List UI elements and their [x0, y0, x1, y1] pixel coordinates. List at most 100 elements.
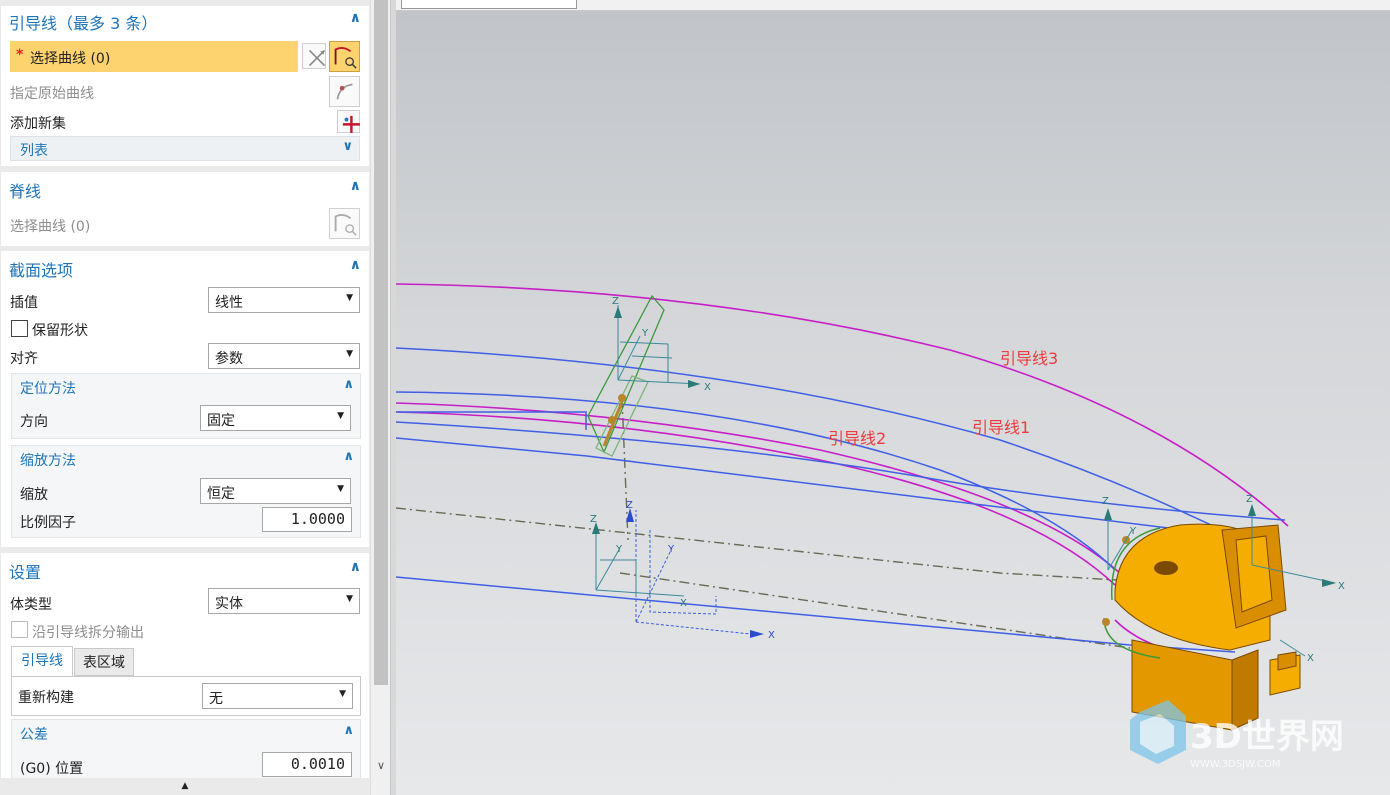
add-new-set-label: 添加新集: [10, 116, 66, 132]
add-set-icon[interactable]: [337, 110, 360, 133]
axis-label-x-top: X: [704, 382, 711, 393]
settings-group: 设置 ∧ 体类型 实体 ▼ 沿引导线拆分输出 引导线 表区域 重新构建 无 ▼ …: [1, 553, 369, 795]
body-type-label: 体类型: [10, 597, 52, 613]
collapse-up-icon[interactable]: ∧: [343, 723, 354, 738]
label-guide3: 引导线3: [1000, 349, 1059, 368]
axis-label-y-part: Y: [1129, 526, 1137, 537]
axis-label-x-bottom: X: [768, 630, 775, 641]
scale-factor-label: 比例因子: [20, 515, 76, 531]
list-expander[interactable]: 列表 ∨: [10, 136, 360, 161]
collapse-up-icon[interactable]: ∧: [350, 559, 361, 575]
tab-surface-region[interactable]: 表区域: [74, 648, 134, 676]
orientation-title: 定位方法: [20, 381, 76, 397]
spine-group: 脊线 ∧ 选择曲线 (0): [1, 172, 369, 246]
scale-factor-input[interactable]: 1.0000: [262, 507, 352, 532]
rebuild-select[interactable]: 无 ▼: [202, 683, 353, 709]
align-select[interactable]: 参数 ▼: [208, 343, 360, 369]
original-curve-icon[interactable]: [329, 76, 360, 107]
orange-part: [1114, 523, 1301, 731]
collapse-up-icon[interactable]: ∧: [350, 10, 361, 26]
axis-label-z-top: Z: [612, 296, 619, 307]
scrollbar-thumb[interactable]: [374, 0, 388, 685]
direction-select[interactable]: 固定 ▼: [200, 405, 351, 431]
spine-select-curve-label: 选择曲线 (0): [10, 219, 91, 235]
axis-label-y-top: Y: [641, 328, 649, 339]
scale-label: 缩放: [20, 487, 48, 503]
axis-label-y-bottom: Y: [667, 544, 675, 555]
guide-curves-group: 引导线（最多 3 条） ∧ * 选择曲线 (0) 指定原始曲线 添加新集 列表 …: [1, 6, 369, 166]
axis-label-x-part: X: [1338, 581, 1345, 592]
watermark-brand: 3D世界网: [1190, 717, 1344, 757]
tab-guide[interactable]: 引导线: [11, 646, 73, 676]
interpolation-select[interactable]: 线性 ▼: [208, 287, 360, 313]
tolerance-title: 公差: [20, 727, 48, 743]
curve-select-icon[interactable]: [329, 208, 360, 239]
reference-lines: [396, 397, 1201, 649]
graphics-viewport[interactable]: Z Y X Z Y X Z Y X Z Y Z X X 3D世界网 WWW.3D…: [396, 0, 1390, 795]
reference-line-lower: [619, 572, 1131, 649]
preserve-shape-label: 保留形状: [32, 323, 88, 339]
interpolation-value: 线性: [215, 295, 243, 311]
split-output-checkbox[interactable]: [11, 621, 28, 638]
section-options-header[interactable]: 截面选项 ∧: [1, 253, 369, 281]
align-label: 对齐: [10, 351, 38, 367]
cross-select-icon[interactable]: [302, 43, 326, 69]
select-curve-label: 选择曲线 (0): [30, 51, 111, 67]
spine-header[interactable]: 脊线 ∧: [1, 174, 369, 202]
blue-curve-c: [396, 437, 1226, 536]
chevron-down-icon[interactable]: ∨: [342, 139, 353, 154]
collapse-up-icon[interactable]: ∧: [350, 178, 361, 194]
collapse-up-icon[interactable]: ∧: [350, 257, 361, 273]
csys-x-arrow-top: [688, 380, 700, 388]
axis-label-z-bottom: Z: [626, 500, 633, 511]
label-guide1: 引导线1: [972, 418, 1031, 437]
preserve-shape-checkbox[interactable]: [11, 320, 28, 337]
curve-select-icon[interactable]: [329, 41, 360, 72]
required-star: *: [16, 47, 24, 63]
settings-header[interactable]: 设置 ∧: [1, 555, 369, 583]
label-guide2: 引导线2: [828, 429, 887, 448]
guide-curve-3: [396, 283, 1289, 527]
align-value: 参数: [215, 351, 243, 367]
list-label: 列表: [20, 143, 48, 159]
csys-z-arrow-top: [614, 306, 622, 318]
body-type-value: 实体: [215, 596, 243, 612]
reference-line-main: [396, 507, 1201, 586]
axis-label-z-part-2: Z: [1246, 494, 1253, 505]
axis-label-y-small: Y: [615, 544, 623, 555]
select-curve-row[interactable]: * 选择曲线 (0): [10, 41, 298, 72]
guide-curve-1: [396, 347, 1239, 539]
section-options-group: 截面选项 ∧ 插值 线性 ▼ 保留形状 对齐 参数 ▼ 定位方法 ∧ 方向 固定…: [1, 251, 369, 547]
part-node-2: [1102, 618, 1110, 626]
settings-title: 设置: [9, 563, 42, 582]
scale-value: 恒定: [207, 486, 235, 502]
collapse-up-icon[interactable]: ∧: [343, 449, 354, 464]
csys-x-arrow-bottom: [750, 630, 764, 638]
collapse-up-icon[interactable]: ∧: [343, 377, 354, 392]
model-scene[interactable]: Z Y X Z Y X Z Y X Z Y Z X X 3D世界网 WWW.3D…: [396, 0, 1390, 795]
scale-select[interactable]: 恒定 ▼: [200, 478, 351, 504]
scroll-down-icon[interactable]: ∨: [374, 758, 388, 774]
part-hole: [1154, 561, 1178, 575]
csys-triad-top: [617, 305, 701, 385]
g0-position-input[interactable]: 0.0010: [262, 752, 352, 777]
body-type-select[interactable]: 实体 ▼: [208, 588, 360, 614]
direction-label: 方向: [20, 414, 48, 430]
axis-label-x-tab: X: [1307, 653, 1314, 664]
rebuild-label: 重新构建: [18, 690, 74, 706]
guide-curves-header[interactable]: 引导线（最多 3 条） ∧: [1, 6, 369, 34]
scaling-subgroup: 缩放方法 ∧ 缩放 恒定 ▼ 比例因子 1.0000: [11, 445, 361, 538]
rebuild-value: 无: [209, 691, 223, 707]
panel-scrollbar[interactable]: ∨: [370, 0, 390, 795]
dropdown-arrow-icon: ▼: [337, 411, 344, 421]
direction-value: 固定: [207, 413, 235, 429]
tab-content-guide: 重新构建 无 ▼: [11, 676, 361, 716]
section-node-mid: [608, 416, 616, 424]
csys-triad-bottom: [635, 510, 761, 636]
dropdown-arrow-icon: ▼: [346, 293, 353, 303]
guide-curves-title: 引导线（最多 3 条）: [9, 14, 158, 33]
panel-scroll-more-icon[interactable]: ▲: [0, 778, 370, 795]
dropdown-arrow-icon: ▼: [337, 484, 344, 494]
blue-curve-bottom: [396, 576, 1236, 653]
interpolation-label: 插值: [10, 295, 38, 311]
